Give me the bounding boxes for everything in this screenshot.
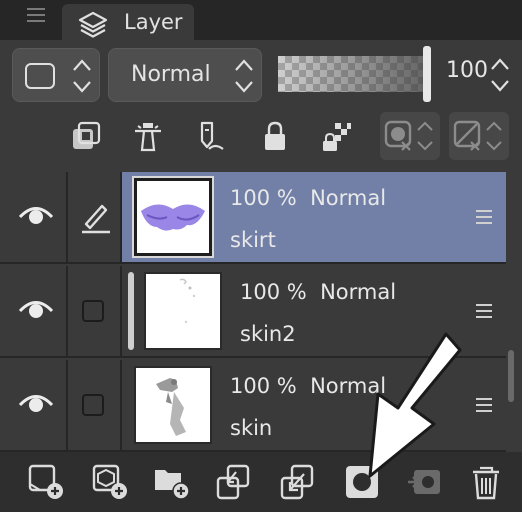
clipping-indicator <box>128 272 134 350</box>
blend-controls: Normal 100 <box>0 40 522 108</box>
tab-layer[interactable]: Layer <box>62 4 194 40</box>
pen-icon <box>82 204 110 234</box>
layer-name[interactable]: skirt <box>230 228 276 252</box>
opacity-slider-handle[interactable] <box>423 46 431 102</box>
layer-row-skin[interactable]: 100 % Normal skin <box>0 360 506 452</box>
layer-content[interactable]: 100 % Normal skin2 <box>122 266 506 356</box>
layer-name[interactable]: skin2 <box>240 322 296 346</box>
layer-opacity-mode: 100 % Normal <box>230 186 387 210</box>
new-layer-mask-icon[interactable] <box>66 116 106 156</box>
apply-mask-icon[interactable] <box>404 462 444 502</box>
lock-layer-icon[interactable] <box>255 116 295 156</box>
new-folder-icon[interactable] <box>152 462 192 502</box>
lock-transparent-icon[interactable] <box>316 116 356 156</box>
reference-layer-icon[interactable] <box>128 116 168 156</box>
blend-mode-select[interactable]: Normal <box>108 48 262 102</box>
layers-icon <box>76 10 110 44</box>
edit-target-indicator[interactable] <box>68 172 122 262</box>
delete-layer-icon[interactable] <box>466 462 506 502</box>
expression-color-swatch <box>25 63 55 89</box>
panel-menu-icon[interactable] <box>24 4 48 26</box>
drag-handle-icon[interactable] <box>476 304 492 320</box>
opacity-value[interactable]: 100 <box>446 58 488 83</box>
panel-tab-bar: Layer <box>0 0 522 40</box>
layer-name[interactable]: skin <box>230 416 272 440</box>
tab-layer-label: Layer <box>124 10 183 34</box>
expression-color-select[interactable] <box>12 48 100 102</box>
selection-draw-icon[interactable] <box>190 116 230 156</box>
combine-with-lower-icon[interactable] <box>278 462 318 502</box>
layer-panel: Layer Normal 100 100 % Normal skirt 100 … <box>0 0 522 512</box>
create-mask-icon[interactable] <box>342 462 382 502</box>
drag-handle-icon[interactable] <box>476 398 492 414</box>
layer-opacity-mode: 100 % Normal <box>240 280 397 304</box>
edit-target-toggle[interactable] <box>68 266 122 356</box>
layer-thumbnail <box>134 366 212 444</box>
updown-arrows-icon <box>233 57 255 95</box>
drag-handle-icon[interactable] <box>476 210 492 226</box>
layer-content[interactable]: 100 % Normal skirt <box>122 172 506 262</box>
new-raster-layer-icon[interactable] <box>26 462 66 502</box>
visibility-toggle[interactable] <box>0 172 68 262</box>
layer-thumbnail <box>144 272 222 350</box>
layer-list-scrollbar[interactable] <box>508 350 514 402</box>
blend-mode-value: Normal <box>131 62 211 87</box>
opacity-slider[interactable] <box>278 56 428 92</box>
layer-row-skirt[interactable]: 100 % Normal skirt <box>0 172 506 264</box>
layer-property-toolbar <box>0 108 522 164</box>
opacity-stepper-icon[interactable] <box>489 56 511 94</box>
eye-icon <box>18 207 54 224</box>
ruler-enable-button[interactable] <box>449 112 509 160</box>
layer-opacity-mode: 100 % Normal <box>230 374 387 398</box>
layer-bottom-toolbar <box>0 452 522 512</box>
transfer-to-lower-icon[interactable] <box>214 462 254 502</box>
layer-content[interactable]: 100 % Normal skin <box>122 360 506 450</box>
updown-arrows-icon <box>71 57 93 95</box>
layer-thumbnail <box>134 178 212 256</box>
edit-target-toggle[interactable] <box>68 360 122 450</box>
new-vector-layer-icon[interactable] <box>90 462 130 502</box>
edit-target-checkbox[interactable] <box>82 300 104 322</box>
eye-icon <box>18 395 54 412</box>
eye-icon <box>18 301 54 318</box>
layer-row-skin2[interactable]: 100 % Normal skin2 <box>0 266 506 358</box>
mask-enable-button[interactable] <box>380 112 440 160</box>
visibility-toggle[interactable] <box>0 360 68 450</box>
visibility-toggle[interactable] <box>0 266 68 356</box>
layer-list[interactable]: 100 % Normal skirt 100 % Normal skin2 10… <box>0 170 522 452</box>
edit-target-checkbox[interactable] <box>82 394 104 416</box>
